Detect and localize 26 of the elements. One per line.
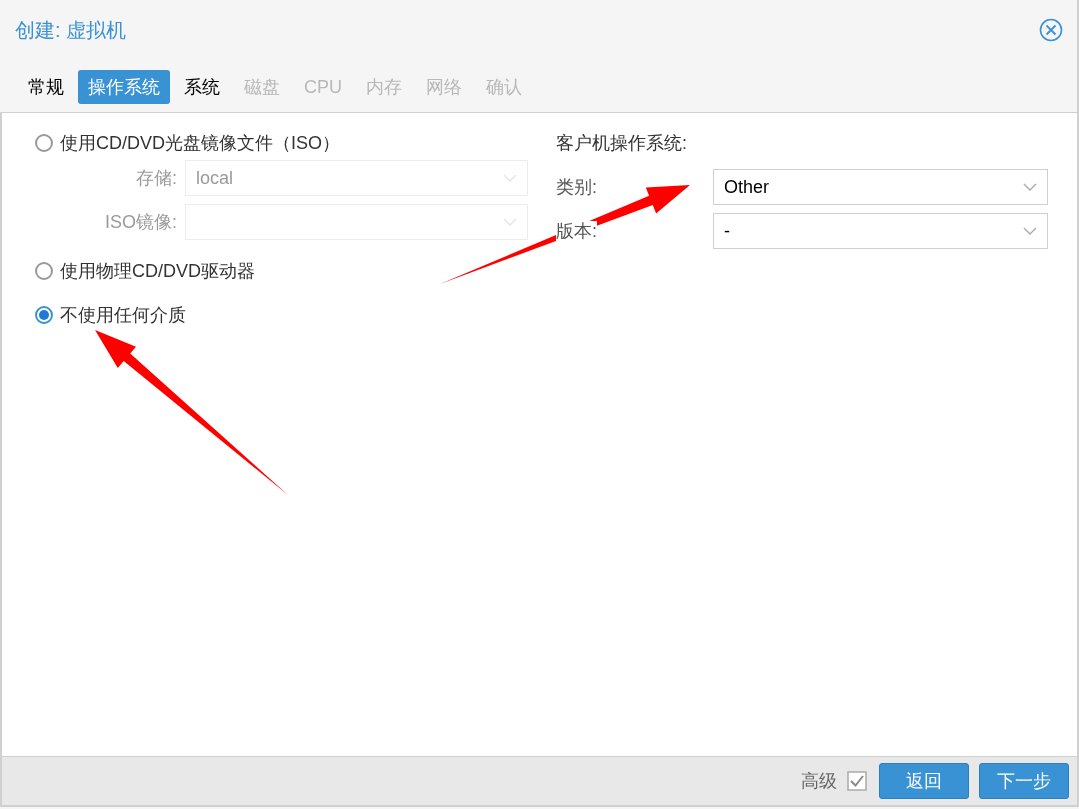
footer-button[interactable]: 下一步 [979, 763, 1069, 799]
field-label: ISO镜像: [104, 211, 178, 234]
window-title: 创建: 虚拟机 [15, 17, 127, 43]
checkbox[interactable] [847, 771, 867, 791]
chevron-down-icon [503, 173, 517, 183]
radio-label: 使用CD/DVD光盘镜像文件（ISO） [60, 132, 340, 155]
radio-label: 不使用任何介质 [60, 304, 186, 327]
field-label: 版本: [556, 221, 597, 241]
chevron-down-icon [1023, 182, 1037, 192]
advanced-label: 高级 [801, 770, 837, 793]
dropdown-field[interactable]: - [713, 213, 1048, 249]
section-heading: 客户机操作系统: [556, 132, 688, 155]
tab[interactable]: 系统 [174, 70, 230, 104]
radio-button[interactable] [35, 134, 53, 152]
dropdown-field[interactable]: Other [713, 169, 1048, 205]
chevron-down-icon [503, 217, 517, 227]
radio-button[interactable] [35, 262, 53, 280]
field-label: 类别: [556, 177, 597, 197]
close-icon[interactable] [1039, 18, 1063, 42]
radio-label: 使用物理CD/DVD驱动器 [60, 260, 255, 283]
tab[interactable]: 常规 [18, 70, 74, 104]
tab[interactable]: 操作系统 [78, 70, 170, 104]
field-label: 存储: [135, 167, 178, 190]
radio-button[interactable] [35, 306, 53, 324]
chevron-down-icon [1023, 226, 1037, 236]
footer-button[interactable]: 返回 [879, 763, 969, 799]
